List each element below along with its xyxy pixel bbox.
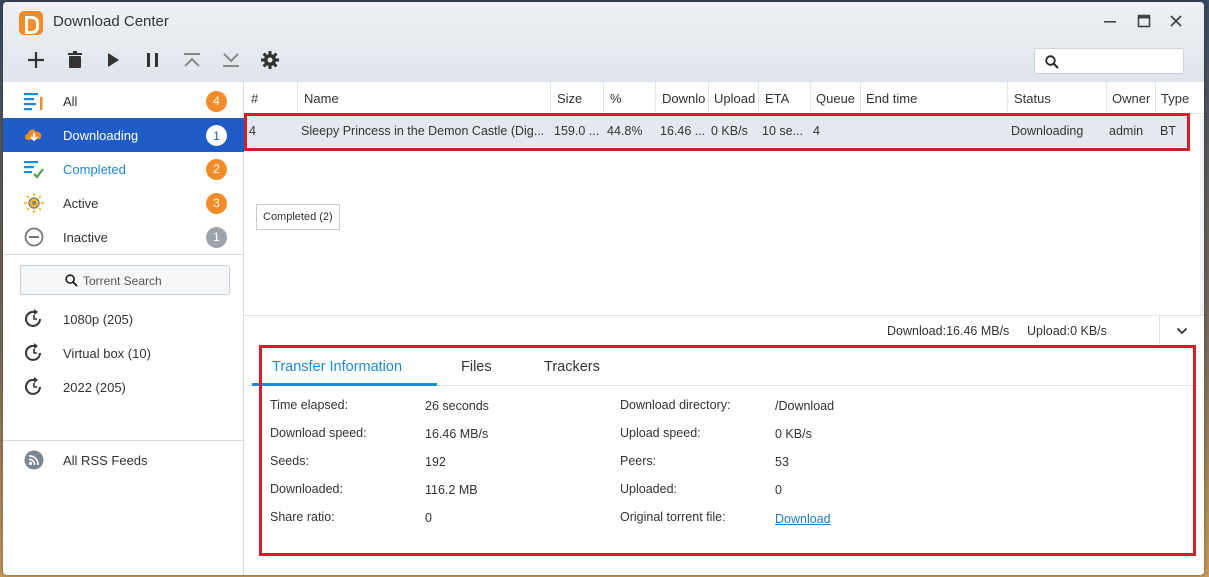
refresh-icon xyxy=(25,377,41,395)
list-check-icon xyxy=(24,161,44,179)
saved-search-label: Virtual box (10) xyxy=(63,346,151,361)
gear-icon xyxy=(261,51,279,69)
sidebar-item-label: Active xyxy=(63,196,99,211)
close-icon[interactable] xyxy=(1165,12,1187,34)
sidebar-item-all[interactable]: All 4 xyxy=(3,84,244,118)
saved-search-label: 2022 (205) xyxy=(63,380,126,395)
refresh-icon xyxy=(25,343,41,361)
play-icon xyxy=(108,53,119,67)
column-header-percent[interactable]: % xyxy=(610,91,622,106)
divider xyxy=(3,254,244,255)
saved-search-1080p[interactable]: 1080p (205) xyxy=(3,302,244,336)
count-badge: 1 xyxy=(206,227,227,248)
titlebar: Download Center xyxy=(3,2,1204,82)
column-header-owner[interactable]: Owner xyxy=(1112,91,1150,106)
list-all-icon xyxy=(24,93,43,111)
chevron-down-icon xyxy=(1176,327,1188,335)
sun-icon xyxy=(24,193,44,213)
sidebar-item-rss-feeds[interactable]: All RSS Feeds xyxy=(3,443,244,477)
column-header-queue[interactable]: Queue xyxy=(816,91,855,106)
column-header-type[interactable]: Type xyxy=(1161,91,1189,106)
column-header-status[interactable]: Status xyxy=(1014,91,1051,106)
trash-icon xyxy=(68,51,82,68)
search-icon xyxy=(1045,55,1059,69)
column-header-name[interactable]: Name xyxy=(304,91,339,106)
move-top-icon xyxy=(184,53,200,67)
count-badge: 4 xyxy=(206,91,227,112)
total-download-speed: Download:16.46 MB/s xyxy=(887,324,1010,338)
sidebar-item-active[interactable]: Active 3 xyxy=(3,186,244,220)
search-icon xyxy=(65,274,78,287)
sidebar-item-downloading[interactable]: Downloading 1 xyxy=(3,118,244,152)
column-header-end-time[interactable]: End time xyxy=(866,91,917,106)
sidebar-item-label: All RSS Feeds xyxy=(63,453,148,468)
sidebar-item-label: All xyxy=(63,94,78,109)
saved-search-label: 1080p (205) xyxy=(63,312,134,327)
add-button[interactable] xyxy=(23,50,49,76)
minus-circle-icon xyxy=(24,227,44,247)
move-bottom-icon xyxy=(223,53,239,67)
collapse-details-button[interactable] xyxy=(1159,316,1204,346)
sidebar-item-label: Completed xyxy=(63,162,126,177)
saved-search-virtual-box[interactable]: Virtual box (10) xyxy=(3,336,244,370)
column-header-download[interactable]: Downlo xyxy=(662,91,707,106)
saved-search-2022[interactable]: 2022 (205) xyxy=(3,370,244,404)
completed-filter-tag[interactable]: Completed (2) xyxy=(256,204,340,230)
cloud-download-icon xyxy=(25,129,42,142)
move-top-button[interactable] xyxy=(179,50,205,76)
window-title: Download Center xyxy=(53,13,169,30)
status-bar: Download:16.46 MB/s Upload:0 KB/s xyxy=(244,315,1204,346)
total-upload-speed: Upload:0 KB/s xyxy=(1027,324,1107,338)
sidebar: All 4 Downloading 1 Completed 2 Active 3… xyxy=(3,82,244,575)
add-icon xyxy=(28,52,44,68)
settings-button[interactable] xyxy=(257,50,283,76)
pause-button[interactable] xyxy=(140,50,166,76)
count-badge: 3 xyxy=(206,193,227,214)
download-center-logo-icon xyxy=(19,11,43,35)
sidebar-item-completed[interactable]: Completed 2 xyxy=(3,152,244,186)
maximize-icon[interactable] xyxy=(1133,12,1155,34)
refresh-icon xyxy=(25,309,41,327)
column-header-eta[interactable]: ETA xyxy=(765,91,789,106)
count-badge: 1 xyxy=(206,125,227,146)
sidebar-item-label: Downloading xyxy=(63,128,139,143)
torrent-search-label: Torrent Search xyxy=(83,274,162,288)
search-input[interactable] xyxy=(1034,48,1184,74)
download-center-window: Download Center All 4 Downloading 1 Comp… xyxy=(3,2,1204,575)
count-badge: 2 xyxy=(206,159,227,180)
torrent-search-button[interactable]: Torrent Search xyxy=(20,265,230,295)
scrollbar[interactable] xyxy=(1200,115,1204,315)
details-highlight-box xyxy=(259,345,1196,556)
main-panel: # Name Size % Downlo Upload ETA Queue En… xyxy=(244,82,1204,575)
table-header: # Name Size % Downlo Upload ETA Queue En… xyxy=(244,82,1204,114)
sidebar-item-label: Inactive xyxy=(63,230,108,245)
start-button[interactable] xyxy=(100,50,126,76)
row-highlight-box xyxy=(244,113,1190,151)
divider xyxy=(3,440,244,441)
pause-icon xyxy=(147,53,158,67)
column-header-upload[interactable]: Upload xyxy=(714,91,755,106)
move-bottom-button[interactable] xyxy=(218,50,244,76)
column-header-number[interactable]: # xyxy=(251,91,258,106)
minimize-icon[interactable] xyxy=(1099,12,1121,34)
rss-icon xyxy=(24,450,44,470)
column-header-size[interactable]: Size xyxy=(557,91,582,106)
sidebar-item-inactive[interactable]: Inactive 1 xyxy=(3,220,244,254)
delete-button[interactable] xyxy=(62,50,88,76)
